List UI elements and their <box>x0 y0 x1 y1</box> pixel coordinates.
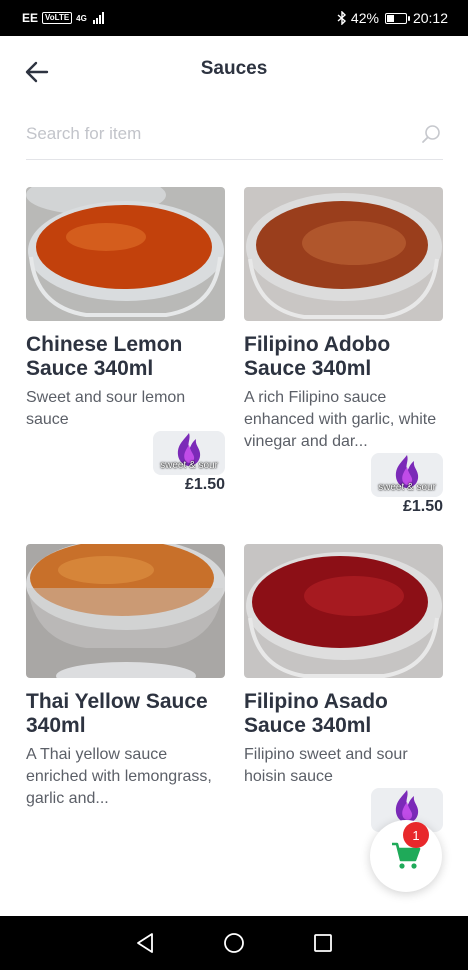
battery-percent: 42% <box>350 10 379 26</box>
status-bar: EE VoLTE 4G 42% 20:12 <box>0 0 468 36</box>
network-type: 4G <box>76 13 87 23</box>
nav-home-button[interactable] <box>219 928 249 958</box>
sauce-tub-image <box>26 544 225 678</box>
cart-count-badge: 1 <box>403 822 429 848</box>
flavour-tag: sweet & sour <box>153 431 225 475</box>
signal-icon <box>92 12 104 24</box>
sauce-tub-image <box>244 187 443 321</box>
sauce-tub-image <box>244 544 443 678</box>
status-bar-right: 42% 20:12 <box>337 10 448 26</box>
flame-icon <box>395 790 419 823</box>
product-name: Thai Yellow Sauce 340ml <box>26 690 208 737</box>
search-input[interactable] <box>26 112 406 156</box>
product-image <box>26 187 225 321</box>
product-footer: sweet & sour £1.50 <box>153 431 225 494</box>
battery-fill <box>386 14 394 22</box>
flavour-tag: sweet & sour <box>371 453 443 497</box>
product-image <box>244 187 443 321</box>
product-card[interactable]: Filipino Adobo Sauce 340ml A rich Filipi… <box>244 187 443 544</box>
product-name: Filipino Asado Sauce 340ml <box>244 690 388 737</box>
product-price: £1.50 <box>402 498 443 515</box>
page-title: Sauces <box>200 58 268 79</box>
nav-back-button[interactable] <box>130 928 160 958</box>
system-nav-bar <box>0 916 468 970</box>
circle-home-icon <box>224 933 244 953</box>
product-card[interactable]: Thai Yellow Sauce 340ml A Thai yellow sa… <box>26 544 225 901</box>
bluetooth-icon <box>337 11 346 25</box>
clock: 20:12 <box>412 10 448 26</box>
product-footer: sweet & sour £1.50 <box>371 453 443 516</box>
status-bar-left: EE VoLTE 4G <box>22 11 104 25</box>
carrier-label: EE <box>22 11 39 25</box>
search-icon[interactable] <box>421 124 441 144</box>
flavour-tag-label: sweet & sour <box>160 460 218 471</box>
search-bar <box>26 112 443 160</box>
page-header: Sauces <box>0 36 468 108</box>
product-description: A Thai yellow sauce enriched with lemong… <box>26 746 212 807</box>
triangle-back-icon <box>136 933 153 953</box>
battery-icon <box>384 12 410 24</box>
nav-recents-button[interactable] <box>308 928 338 958</box>
sauce-tub-image <box>26 187 225 321</box>
product-image <box>26 544 225 678</box>
product-name: Chinese Lemon Sauce 340ml <box>26 333 183 380</box>
volte-badge: VoLTE <box>42 12 73 24</box>
product-description: A rich Filipino sauce enhanced with garl… <box>244 389 437 450</box>
product-image <box>244 544 443 678</box>
flavour-tag-label: sweet & sour <box>378 482 436 493</box>
product-price: £1.50 <box>184 476 225 493</box>
product-grid: Chinese Lemon Sauce 340ml Sweet and sour… <box>26 187 443 901</box>
product-name: Filipino Adobo Sauce 340ml <box>244 333 391 380</box>
square-recents-icon <box>314 934 333 952</box>
product-card[interactable]: Chinese Lemon Sauce 340ml Sweet and sour… <box>26 187 225 544</box>
